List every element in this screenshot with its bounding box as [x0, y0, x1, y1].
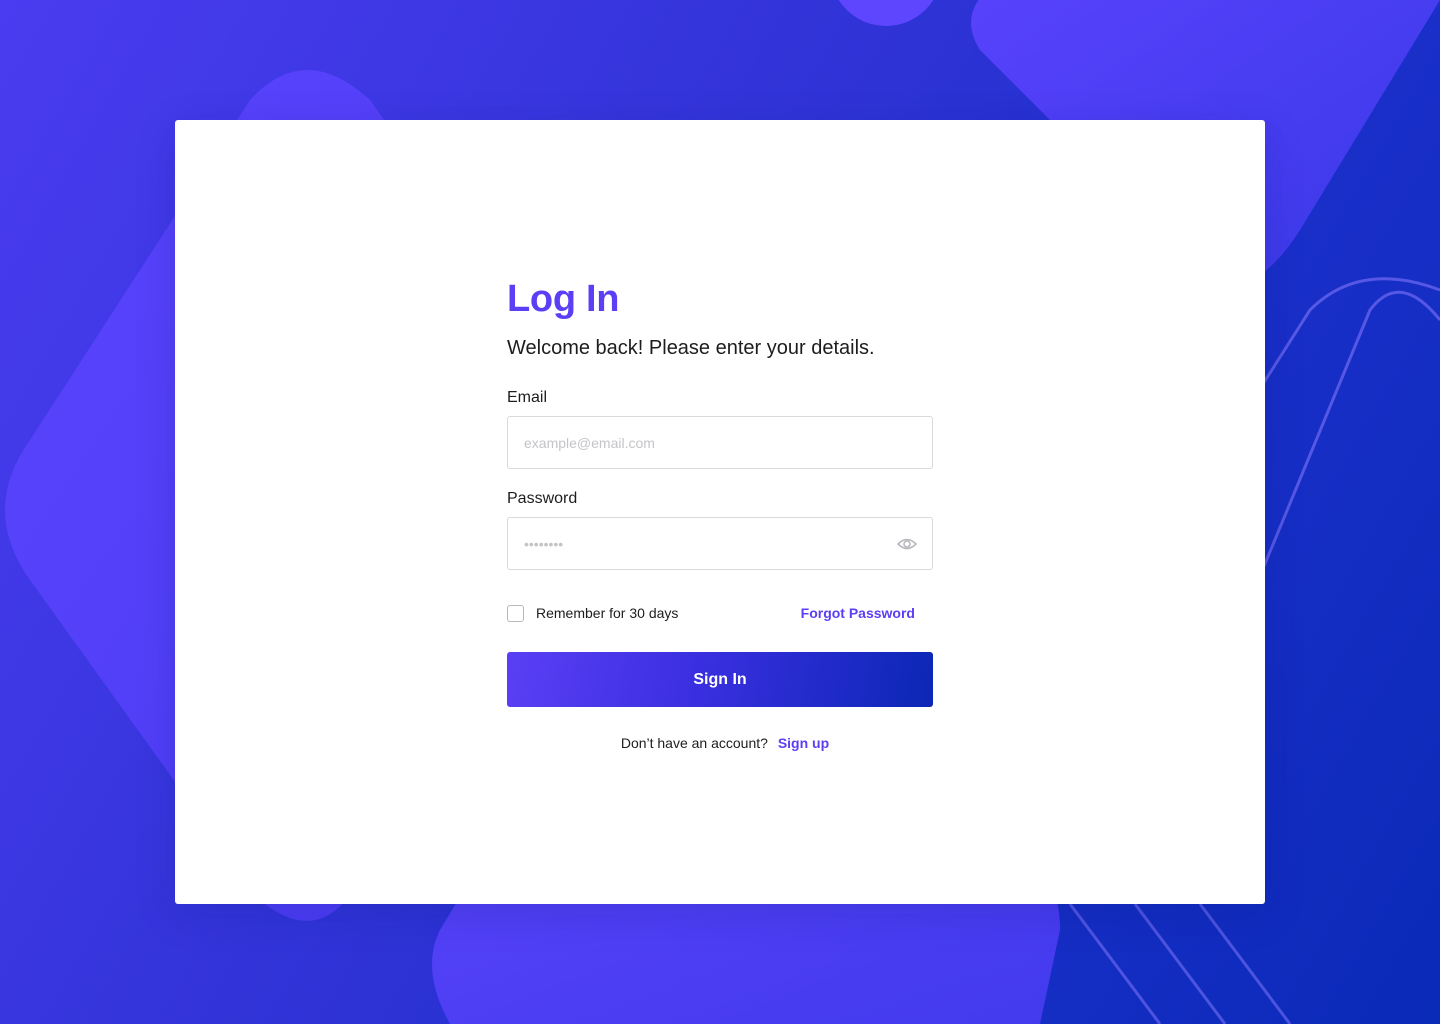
eye-icon[interactable]: [896, 534, 918, 554]
signup-prompt-text: Don’t have an account?: [620, 735, 768, 751]
password-field-container: [507, 517, 933, 570]
email-label: Email: [507, 389, 548, 406]
password-label: Password: [507, 490, 578, 507]
top-circle-shape: [838, 0, 934, 26]
page-title: Log In: [507, 278, 620, 320]
sign-up-link[interactable]: Sign up: [778, 735, 829, 751]
email-field-container: [507, 416, 933, 469]
forgot-password-link[interactable]: Forgot Password: [801, 605, 915, 621]
remember-checkbox[interactable]: [507, 604, 524, 622]
right-arc-lines: [1238, 277, 1440, 601]
login-card: Log In Welcome back! Please enter your d…: [175, 120, 1265, 904]
page-subtitle: Welcome back! Please enter your details.: [507, 337, 875, 359]
login-form: Log In Welcome back! Please enter your d…: [507, 276, 933, 751]
signup-prompt: Don’t have an account? Sign up: [507, 735, 933, 751]
email-field[interactable]: [508, 417, 932, 468]
remember-label: Remember for 30 days: [536, 605, 679, 621]
password-field[interactable]: [508, 518, 932, 569]
bottom-right-lines: [1068, 903, 1292, 1024]
sign-in-button[interactable]: Sign In: [507, 652, 933, 707]
remember-me: Remember for 30 days: [507, 604, 679, 622]
options-row: Remember for 30 days Forgot Password: [507, 602, 933, 624]
